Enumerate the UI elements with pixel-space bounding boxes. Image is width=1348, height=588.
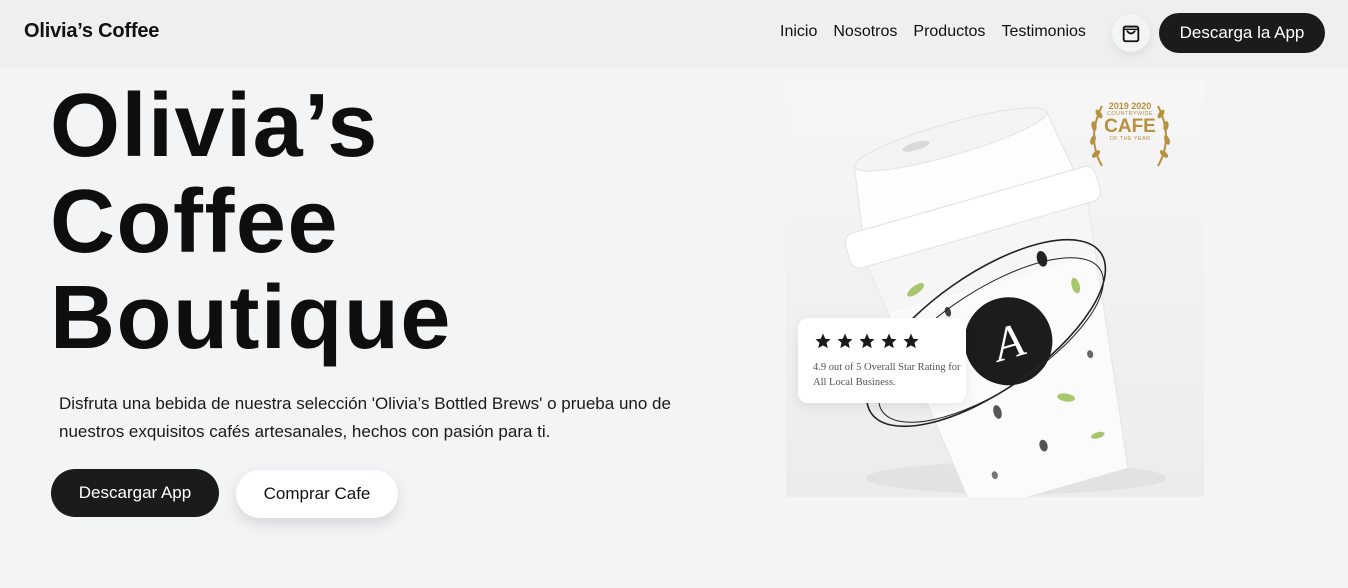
award-subtitle: OF THE YEAR bbox=[1109, 136, 1151, 142]
star-icon bbox=[903, 333, 919, 349]
shopping-bag-icon bbox=[1122, 25, 1140, 43]
hero-product-image: A 2019 2020 COUNTRYWIDE CAFE OF THE YEAR… bbox=[786, 78, 1204, 497]
star-icon bbox=[859, 333, 875, 349]
award-badge: 2019 2020 COUNTRYWIDE CAFE OF THE YEAR bbox=[1082, 96, 1178, 172]
star-rating bbox=[814, 332, 920, 350]
nav-links: Inicio Nosotros Productos Testimonios bbox=[780, 23, 1086, 41]
award-title: CAFE bbox=[1104, 116, 1156, 137]
brand-logo[interactable]: Olivia’s Coffee bbox=[24, 20, 159, 43]
cart-button[interactable] bbox=[1112, 14, 1150, 52]
nav-link-productos[interactable]: Productos bbox=[913, 23, 985, 41]
hero-description: Disfruta una bebida de nuestra selección… bbox=[59, 394, 671, 441]
hero-title-line-2: Coffee bbox=[50, 172, 340, 272]
nav-link-nosotros[interactable]: Nosotros bbox=[833, 23, 897, 41]
award-text: 2019 2020 COUNTRYWIDE CAFE OF THE YEAR bbox=[1082, 96, 1178, 143]
hero-title-line-3: Boutique bbox=[50, 268, 452, 368]
buy-coffee-button[interactable]: Comprar Cafe bbox=[236, 470, 398, 518]
hero-title-line-1: Olivia’s bbox=[50, 76, 379, 176]
star-icon bbox=[837, 333, 853, 349]
nav-link-testimonios[interactable]: Testimonios bbox=[1001, 23, 1085, 41]
hero-title: Olivia’s Coffee Boutique bbox=[50, 78, 452, 366]
star-icon bbox=[815, 333, 831, 349]
star-icon bbox=[881, 333, 897, 349]
rating-text: 4.9 out of 5 Overall Star Rating for All… bbox=[813, 362, 961, 388]
rating-card: 4.9 out of 5 Overall Star Rating for All… bbox=[798, 318, 966, 403]
navbar: Olivia’s Coffee Inicio Nosotros Producto… bbox=[0, 0, 1348, 68]
download-app-nav-button[interactable]: Descarga la App bbox=[1159, 13, 1325, 53]
nav-link-inicio[interactable]: Inicio bbox=[780, 23, 817, 41]
download-app-button[interactable]: Descargar App bbox=[51, 469, 219, 517]
award-years: 2019 2020 bbox=[1108, 101, 1152, 111]
